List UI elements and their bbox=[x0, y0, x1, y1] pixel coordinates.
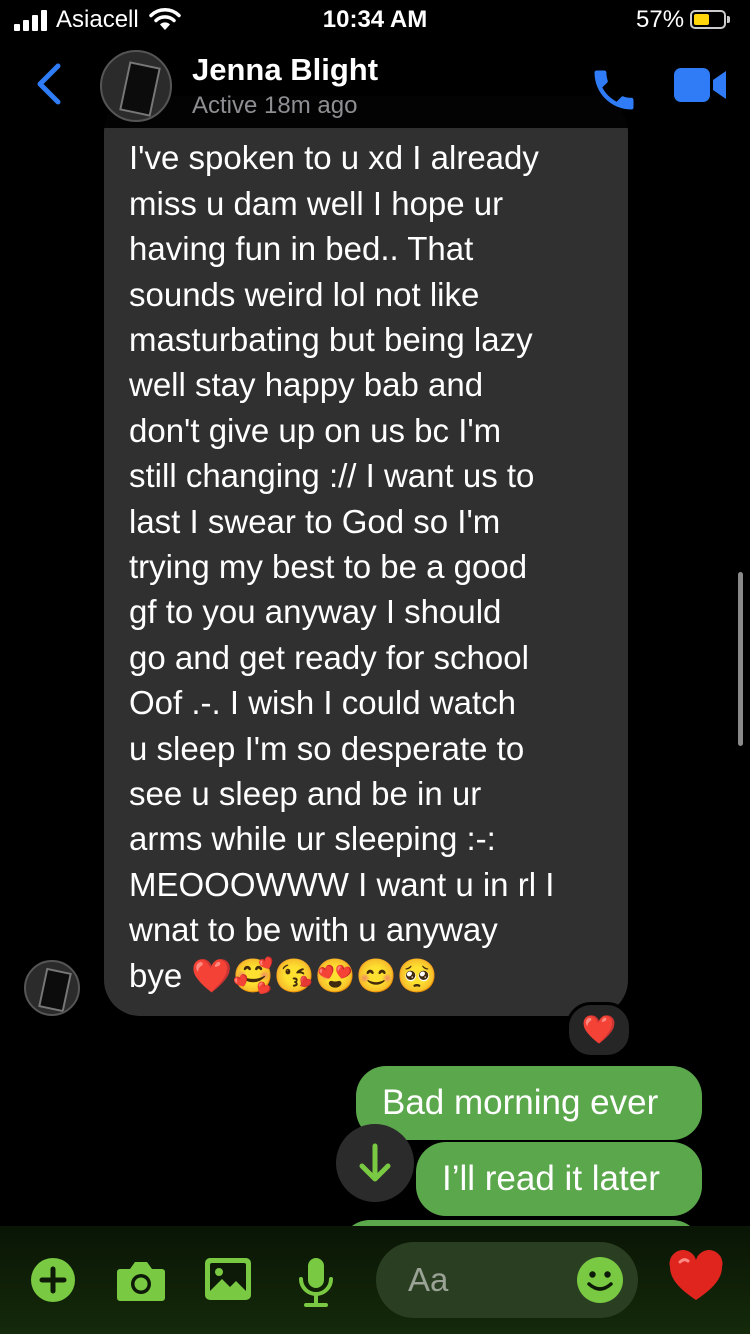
incoming-message-text: I've spoken to u xd I already miss u dam… bbox=[129, 139, 555, 994]
reaction-badge[interactable]: ❤️ bbox=[566, 1002, 632, 1058]
outgoing-message-bubble[interactable]: I’ll read it later bbox=[416, 1142, 702, 1216]
microphone-icon[interactable] bbox=[296, 1257, 336, 1309]
image-icon[interactable] bbox=[204, 1257, 252, 1301]
camera-icon[interactable] bbox=[116, 1257, 166, 1303]
message-composer: Aa bbox=[0, 1226, 750, 1334]
arrow-down-icon bbox=[359, 1143, 391, 1182]
activity-status: Active 18m ago bbox=[192, 92, 358, 119]
back-chevron-icon[interactable] bbox=[34, 62, 64, 106]
scroll-to-bottom-button[interactable] bbox=[336, 1124, 414, 1202]
status-bar: Asiacell 10:34 AM 57% bbox=[0, 0, 750, 40]
battery-icon bbox=[690, 10, 726, 29]
incoming-message-bubble[interactable]: I've spoken to u xd I already miss u dam… bbox=[104, 96, 628, 1016]
contact-avatar[interactable] bbox=[100, 50, 172, 122]
sender-avatar[interactable] bbox=[24, 960, 80, 1016]
heart-icon[interactable] bbox=[668, 1250, 724, 1304]
video-camera-icon[interactable] bbox=[672, 66, 728, 104]
scrollbar[interactable] bbox=[738, 572, 743, 746]
battery-tip bbox=[727, 16, 730, 23]
smile-icon[interactable] bbox=[576, 1256, 624, 1304]
contact-name[interactable]: Jenna Blight bbox=[192, 52, 378, 88]
battery-percentage: 57% bbox=[636, 6, 685, 33]
chat-header: Jenna Blight Active 18m ago bbox=[0, 40, 750, 128]
phone-icon[interactable] bbox=[588, 64, 640, 116]
plus-icon[interactable] bbox=[30, 1257, 76, 1303]
